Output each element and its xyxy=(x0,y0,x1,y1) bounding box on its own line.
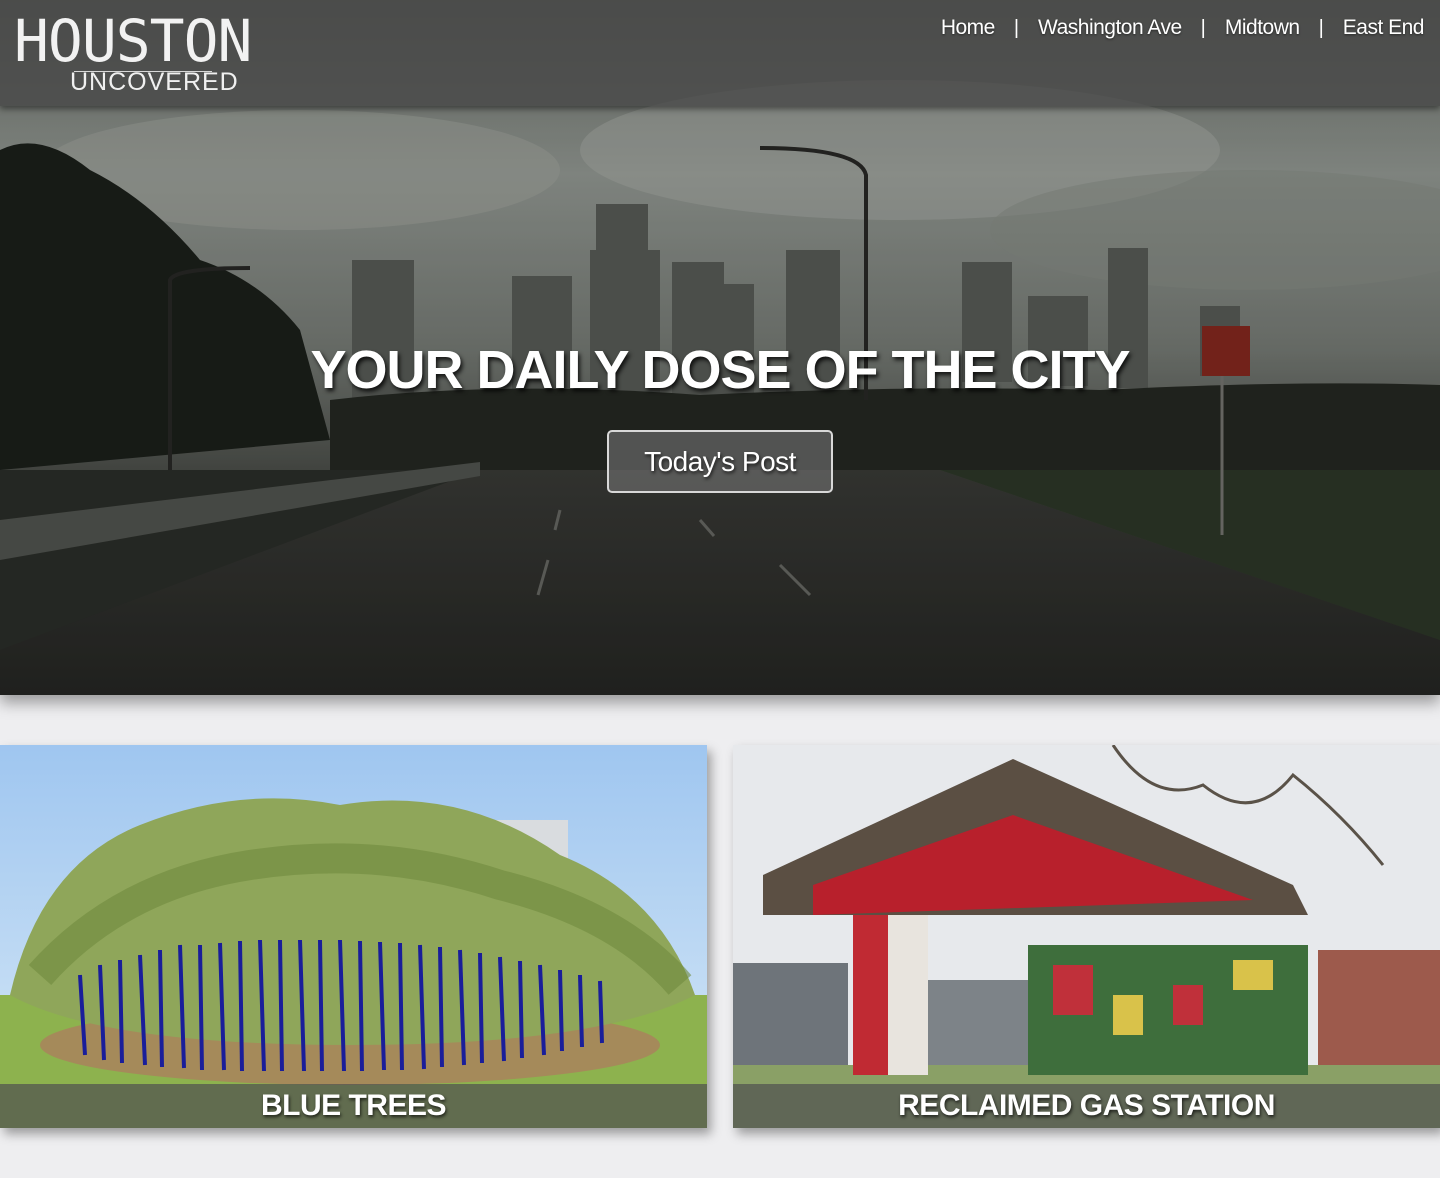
nav-separator: | xyxy=(1200,16,1206,39)
nav-link-midtown[interactable]: Midtown xyxy=(1225,16,1300,40)
site-logo[interactable]: HOUSTON UNCOVERED xyxy=(14,8,290,98)
nav-link-home[interactable]: Home xyxy=(941,16,996,40)
gas-station-photo xyxy=(733,745,1440,1128)
logo-subtitle: UNCOVERED xyxy=(70,68,239,96)
nav-separator: | xyxy=(1013,16,1020,39)
hero-tagline: YOUR DAILY DOSE OF THE CITY xyxy=(310,340,1130,400)
site-header: HOUSTON UNCOVERED Home | Washington Ave … xyxy=(0,0,1440,106)
blue-trees-photo xyxy=(0,745,707,1128)
logo-title: HOUSTON xyxy=(14,7,252,75)
card-caption-gas-station: RECLAIMED GAS STATION xyxy=(733,1084,1440,1128)
card-caption-blue-trees: BLUE TREES xyxy=(0,1084,707,1128)
nav-separator: | xyxy=(1318,16,1324,39)
main-nav: Home | Washington Ave | Midtown | East E… xyxy=(941,14,1425,42)
nav-link-east-end[interactable]: East End xyxy=(1343,16,1425,40)
nav-link-washington-ave[interactable]: Washington Ave xyxy=(1038,16,1182,40)
todays-post-button[interactable]: Today's Post xyxy=(607,430,833,493)
card-reclaimed-gas-station[interactable]: RECLAIMED GAS STATION xyxy=(733,745,1440,1128)
card-blue-trees[interactable]: BLUE TREES xyxy=(0,745,707,1128)
